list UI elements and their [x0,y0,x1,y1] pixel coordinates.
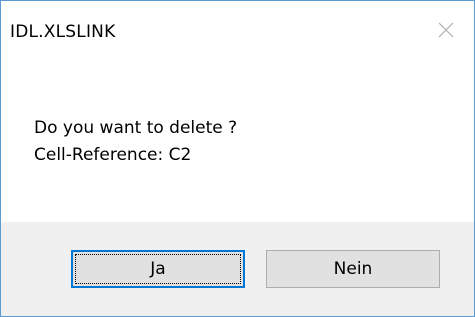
dialog-title: IDL.XLSLINK [10,22,116,42]
ja-button-label: Ja [150,259,166,279]
close-button[interactable] [426,13,466,51]
message-line-cell-reference: Cell-Reference: C2 [34,145,192,165]
ja-button[interactable]: Ja [71,250,245,288]
dialog-message: Do you want to delete ? Cell-Reference: … [34,115,237,169]
close-icon [437,21,455,43]
nein-button[interactable]: Nein [266,250,440,288]
button-bar: Ja Nein [1,222,474,316]
message-dialog: IDL.XLSLINK Do you want to delete ? Cell… [0,0,475,317]
dialog-content: Do you want to delete ? Cell-Reference: … [1,65,474,222]
title-bar[interactable]: IDL.XLSLINK [1,1,474,65]
nein-button-label: Nein [333,259,373,279]
message-line-question: Do you want to delete ? [34,118,238,138]
